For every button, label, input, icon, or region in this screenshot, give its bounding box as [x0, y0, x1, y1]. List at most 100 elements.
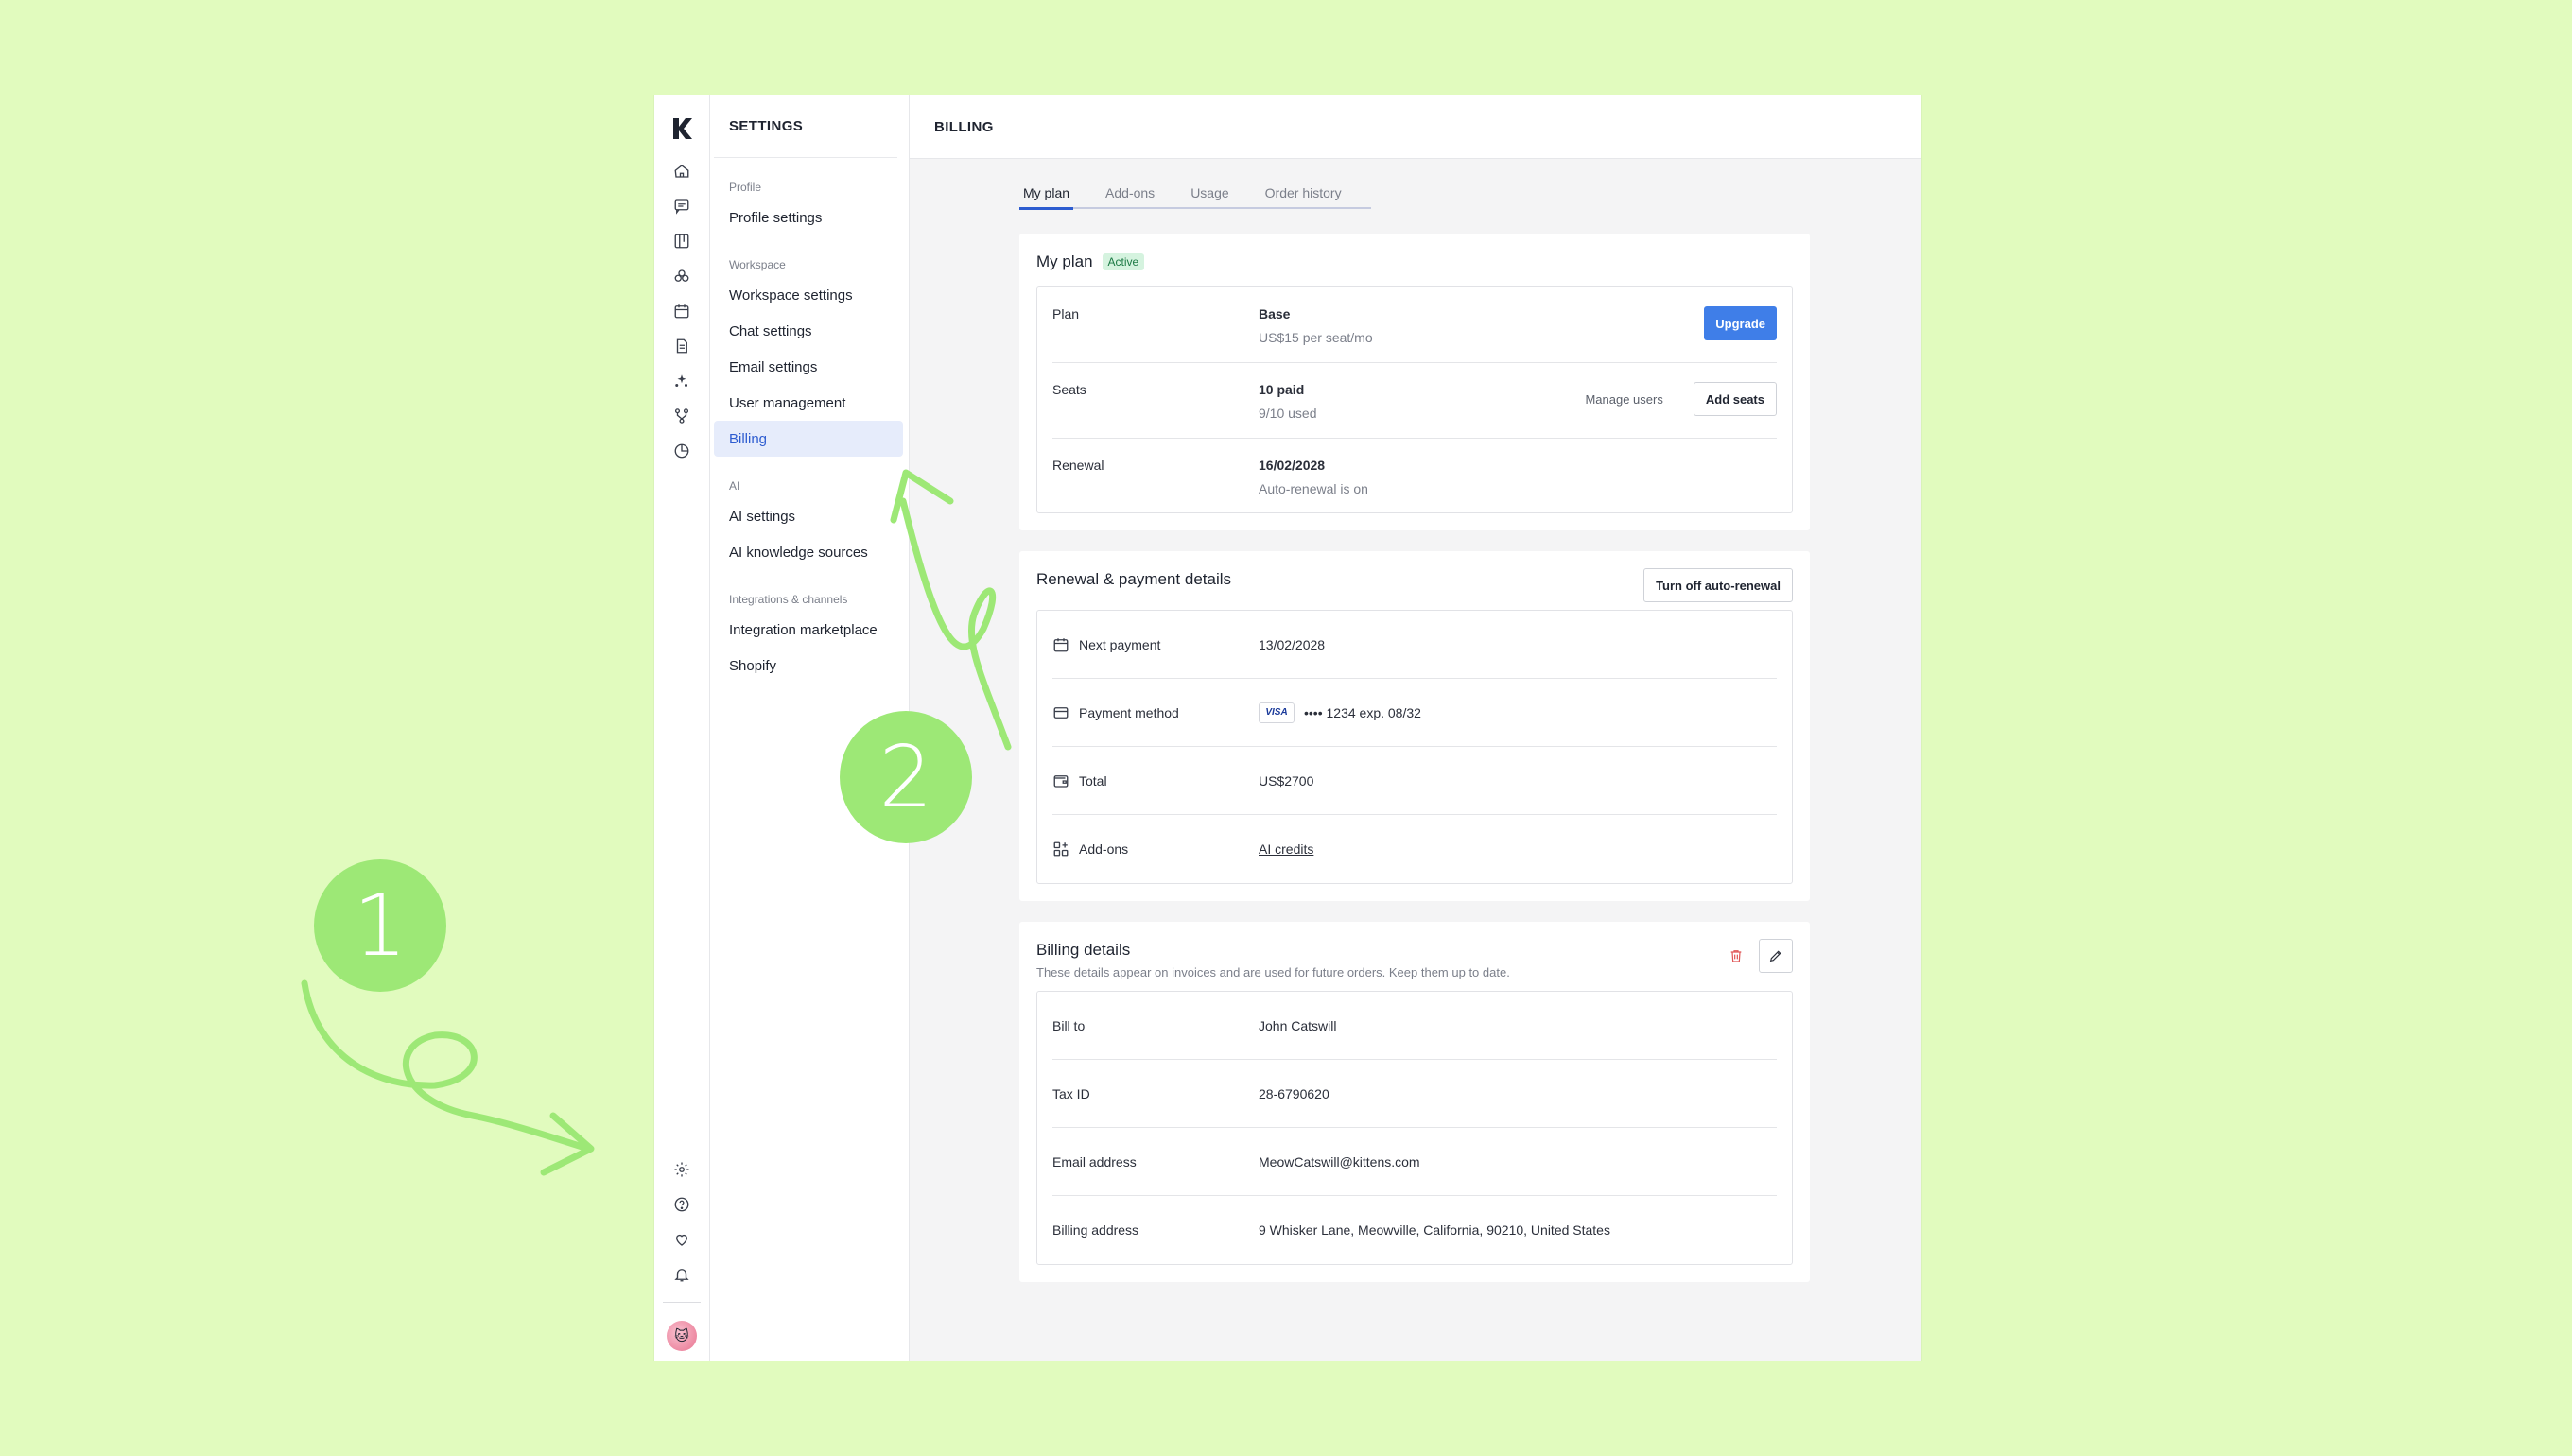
next-payment-label: Next payment — [1079, 636, 1161, 652]
nav-section-integrations: Integrations & channels — [729, 593, 848, 606]
nav-section-workspace: Workspace — [729, 258, 786, 271]
trash-icon[interactable] — [1725, 939, 1747, 973]
rail-divider — [663, 1302, 701, 1303]
billing-details-card: Billing details These details appear on … — [1019, 922, 1810, 1282]
my-plan-card: My plan Active Plan Base US$15 per seat/… — [1019, 234, 1810, 530]
next-payment-value: 13/02/2028 — [1259, 636, 1326, 652]
workflow-icon[interactable] — [672, 407, 691, 425]
total-row: Total US$2700 — [1052, 747, 1777, 815]
renewal-date: 16/02/2028 — [1259, 458, 1326, 473]
billing-address-label: Billing address — [1052, 1222, 1139, 1238]
my-plan-title-text: My plan — [1036, 252, 1093, 270]
email-row: Email address MeowCatswill@kittens.com — [1052, 1128, 1777, 1196]
payment-method-label: Payment method — [1079, 704, 1179, 720]
icon-rail: 🐱 — [654, 95, 710, 1361]
team-icon[interactable] — [672, 267, 691, 286]
tab-add-ons[interactable]: Add-ons — [1102, 185, 1158, 209]
tax-id-label: Tax ID — [1052, 1085, 1090, 1101]
email-value: MeowCatswill@kittens.com — [1259, 1153, 1420, 1170]
board-icon[interactable] — [672, 232, 691, 251]
annotation-marker-1: 1 — [314, 859, 446, 992]
upgrade-button[interactable]: Upgrade — [1704, 306, 1777, 340]
plan-price: US$15 per seat/mo — [1259, 330, 1373, 345]
main-panel: BILLING My plan Add-ons Usage Order hist… — [910, 95, 1921, 1361]
plan-label: Plan — [1052, 306, 1080, 321]
ai-credits-link[interactable]: AI credits — [1259, 841, 1313, 857]
tab-my-plan[interactable]: My plan — [1019, 185, 1074, 210]
add-seats-button[interactable]: Add seats — [1693, 382, 1777, 416]
visa-card-icon: VISA — [1259, 702, 1295, 723]
edit-icon[interactable] — [1759, 939, 1793, 973]
seats-row: Seats 10 paid 9/10 used Manage users Add… — [1052, 363, 1777, 439]
my-plan-title: My plan Active — [1036, 251, 1793, 273]
status-badge: Active — [1102, 253, 1145, 270]
document-icon[interactable] — [672, 337, 691, 355]
settings-nav-header: SETTINGS — [714, 95, 897, 158]
billing-address-value: 9 Whisker Lane, Meowville, California, 9… — [1259, 1222, 1610, 1238]
add-ons-icon — [1052, 841, 1069, 858]
addons-label: Add-ons — [1079, 841, 1129, 857]
page-title: BILLING — [910, 95, 1921, 159]
total-value: US$2700 — [1259, 772, 1314, 789]
nav-item-email-settings[interactable]: Email settings — [714, 349, 903, 385]
nav-item-ai-knowledge-sources[interactable]: AI knowledge sources — [714, 534, 903, 570]
help-icon[interactable] — [672, 1195, 691, 1214]
nav-item-workspace-settings[interactable]: Workspace settings — [714, 277, 903, 313]
nav-item-profile-settings[interactable]: Profile settings — [714, 199, 903, 235]
email-label: Email address — [1052, 1153, 1137, 1170]
calendar-icon — [1052, 636, 1069, 653]
gear-icon[interactable] — [672, 1160, 691, 1179]
calendar-icon[interactable] — [672, 302, 691, 321]
avatar[interactable]: 🐱 — [667, 1321, 697, 1351]
heart-icon[interactable] — [672, 1230, 691, 1249]
nav-section-ai: AI — [729, 479, 740, 493]
reports-icon[interactable] — [672, 442, 691, 460]
billing-details-description: These details appear on invoices and are… — [1036, 965, 1510, 979]
payment-details: Next payment 13/02/2028 Payment method V… — [1036, 610, 1793, 884]
manage-users-button[interactable]: Manage users — [1573, 382, 1674, 416]
tab-order-history[interactable]: Order history — [1261, 185, 1346, 209]
renewal-value: 16/02/2028 Auto-renewal is on — [1259, 458, 1368, 496]
wallet-icon — [1052, 772, 1069, 789]
auto-renewal-status: Auto-renewal is on — [1259, 481, 1368, 496]
next-payment-row: Next payment 13/02/2028 — [1052, 611, 1777, 679]
seats-used: 9/10 used — [1259, 406, 1317, 421]
nav-item-integration-marketplace[interactable]: Integration marketplace — [714, 612, 903, 648]
tax-id-value: 28-6790620 — [1259, 1085, 1329, 1101]
plan-name: Base — [1259, 306, 1291, 321]
payment-card: Renewal & payment details Turn off auto-… — [1019, 551, 1810, 901]
nav-section-profile: Profile — [729, 181, 762, 194]
billing-details: Bill to John Catswill Tax ID 28-6790620 … — [1036, 991, 1793, 1265]
billing-content: My plan Add-ons Usage Order history My p… — [910, 159, 1921, 1282]
nav-item-user-management[interactable]: User management — [714, 385, 903, 421]
credit-card-icon — [1052, 704, 1069, 721]
plan-value: Base US$15 per seat/mo — [1259, 306, 1373, 345]
nav-item-billing[interactable]: Billing — [714, 421, 903, 457]
bill-to-label: Bill to — [1052, 1017, 1086, 1033]
chat-icon[interactable] — [672, 197, 691, 216]
card-number: •••• 1234 exp. 08/32 — [1304, 704, 1421, 720]
payment-method-value: VISA •••• 1234 exp. 08/32 — [1259, 702, 1421, 723]
plan-details: Plan Base US$15 per seat/mo Upgrade Seat… — [1036, 286, 1793, 513]
seats-value: 10 paid 9/10 used — [1259, 382, 1317, 421]
app-window: 🐱 SETTINGS Profile Profile settings Work… — [654, 95, 1921, 1361]
home-icon[interactable] — [672, 162, 691, 181]
bell-icon[interactable] — [672, 1265, 691, 1284]
payment-method-row: Payment method VISA •••• 1234 exp. 08/32 — [1052, 679, 1777, 747]
renewal-row: Renewal 16/02/2028 Auto-renewal is on — [1052, 439, 1777, 512]
nav-item-ai-settings[interactable]: AI settings — [714, 498, 903, 534]
kustomer-logo-icon[interactable] — [670, 114, 693, 143]
bill-to-value: John Catswill — [1259, 1017, 1337, 1033]
turn-off-auto-renewal-button[interactable]: Turn off auto-renewal — [1643, 568, 1793, 602]
seats-paid: 10 paid — [1259, 382, 1305, 397]
billing-address-row: Billing address 9 Whisker Lane, Meowvill… — [1052, 1196, 1777, 1264]
renewal-label: Renewal — [1052, 458, 1104, 473]
nav-item-chat-settings[interactable]: Chat settings — [714, 313, 903, 349]
tab-usage[interactable]: Usage — [1187, 185, 1232, 209]
ai-sparkle-icon[interactable] — [672, 372, 691, 390]
nav-item-shopify[interactable]: Shopify — [714, 648, 903, 684]
billing-tabs: My plan Add-ons Usage Order history — [1019, 185, 1371, 210]
addons-row: Add-ons AI credits — [1052, 815, 1777, 883]
billing-details-title: Billing details — [1036, 941, 1131, 959]
tax-id-row: Tax ID 28-6790620 — [1052, 1060, 1777, 1128]
